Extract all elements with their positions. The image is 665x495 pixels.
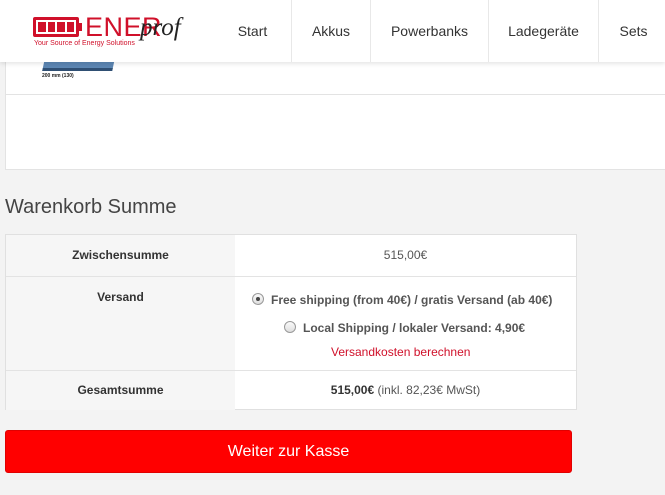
nav-item-sets[interactable]: Sets [598, 0, 665, 62]
total-value: 515,00€ [330, 383, 375, 397]
total-row: Gesamtsumme 515,00€ (inkl. 82,23€ MwSt) [6, 370, 576, 410]
radio-selected-icon[interactable] [252, 292, 264, 305]
logo-brand-sub: prof [140, 14, 181, 41]
shipping-options: Free shipping (from 40€) / gratis Versan… [235, 277, 576, 371]
nav-item-ladegeraete[interactable]: Ladegeräte [488, 0, 598, 62]
enerprof-logo[interactable]: ENER prof Your Source of Energy Solution… [33, 12, 193, 52]
proceed-to-checkout-button[interactable]: Weiter zur Kasse [5, 430, 572, 473]
cart-totals-title: Warenkorb Summe [5, 196, 177, 218]
total-value-cell: 515,00€ (inkl. 82,23€ MwSt) [235, 371, 576, 410]
shipping-option-local[interactable]: Local Shipping / lokaler Versand: 4,90€ [284, 320, 526, 335]
shipping-label: Versand [6, 277, 235, 371]
total-tax-note: (inkl. 82,23€ MwSt) [377, 383, 481, 397]
calculate-shipping-link[interactable]: Versandkosten berechnen [331, 345, 470, 359]
shipping-option-free[interactable]: Free shipping (from 40€) / gratis Versan… [252, 292, 553, 307]
total-label: Gesamtsumme [6, 371, 235, 410]
thumbnail-caption: 200 mm (130) [42, 73, 74, 79]
subtotal-value: 515,00€ [383, 248, 428, 262]
shipping-option-local-label: Local Shipping / lokaler Versand: 4,90€ [303, 321, 526, 335]
nav-item-akkus[interactable]: Akkus [291, 0, 370, 62]
cart-totals-table: Zwischensumme 515,00€ Versand Free shipp… [5, 234, 577, 410]
row-divider [6, 94, 665, 95]
radio-unselected-icon[interactable] [284, 320, 296, 333]
subtotal-row: Zwischensumme 515,00€ [6, 235, 576, 276]
shipping-option-free-label: Free shipping (from 40€) / gratis Versan… [271, 293, 553, 307]
battery-tip [79, 23, 82, 31]
battery-icon [33, 17, 79, 37]
logo-tagline: Your Source of Energy Solutions [34, 40, 135, 47]
nav-item-start[interactable]: Start [214, 0, 291, 62]
site-header: ENER prof Your Source of Energy Solution… [0, 0, 665, 62]
cart-product-row: 200 mm (130) [5, 52, 665, 170]
subtotal-label: Zwischensumme [6, 235, 235, 276]
shipping-row: Versand Free shipping (from 40€) / grati… [6, 276, 576, 371]
main-nav: Start Akkus Powerbanks Ladegeräte Sets [214, 0, 665, 62]
nav-item-powerbanks[interactable]: Powerbanks [370, 0, 488, 62]
